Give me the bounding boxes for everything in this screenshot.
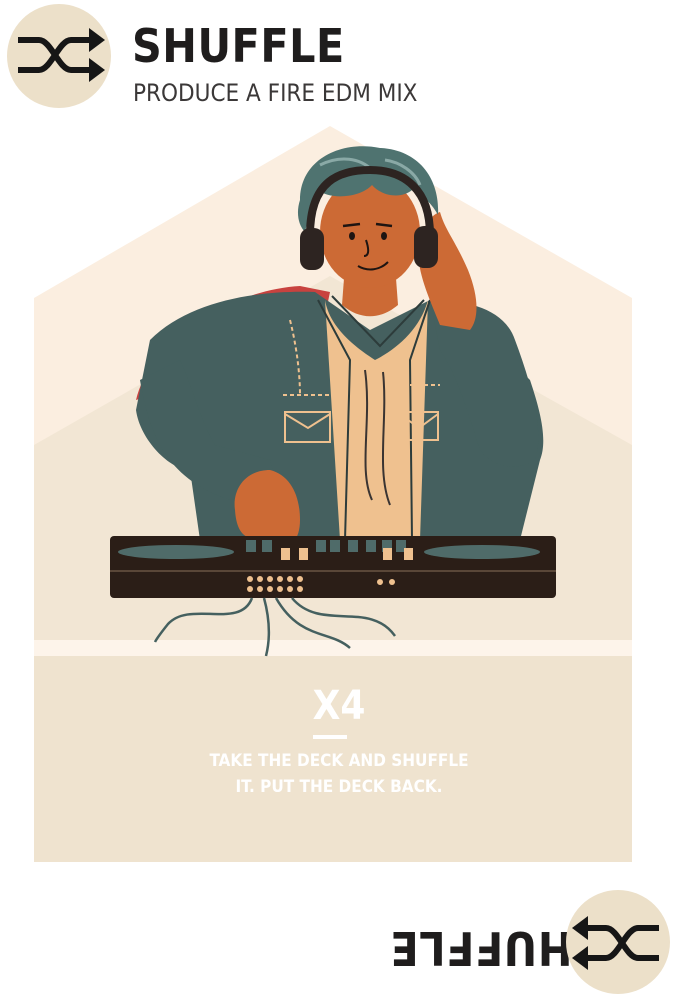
multiplier: X4 — [312, 683, 366, 729]
multiplier-underline — [313, 735, 347, 739]
instruction-line-2: IT. PUT THE DECK BACK. — [235, 777, 443, 797]
panel-divider — [34, 640, 632, 656]
shuffle-badge-bottom — [566, 890, 670, 994]
card-illustration — [34, 126, 632, 862]
shuffle-icon — [572, 916, 659, 970]
instruction-line-1: TAKE THE DECK AND SHUFFLE — [209, 751, 469, 771]
